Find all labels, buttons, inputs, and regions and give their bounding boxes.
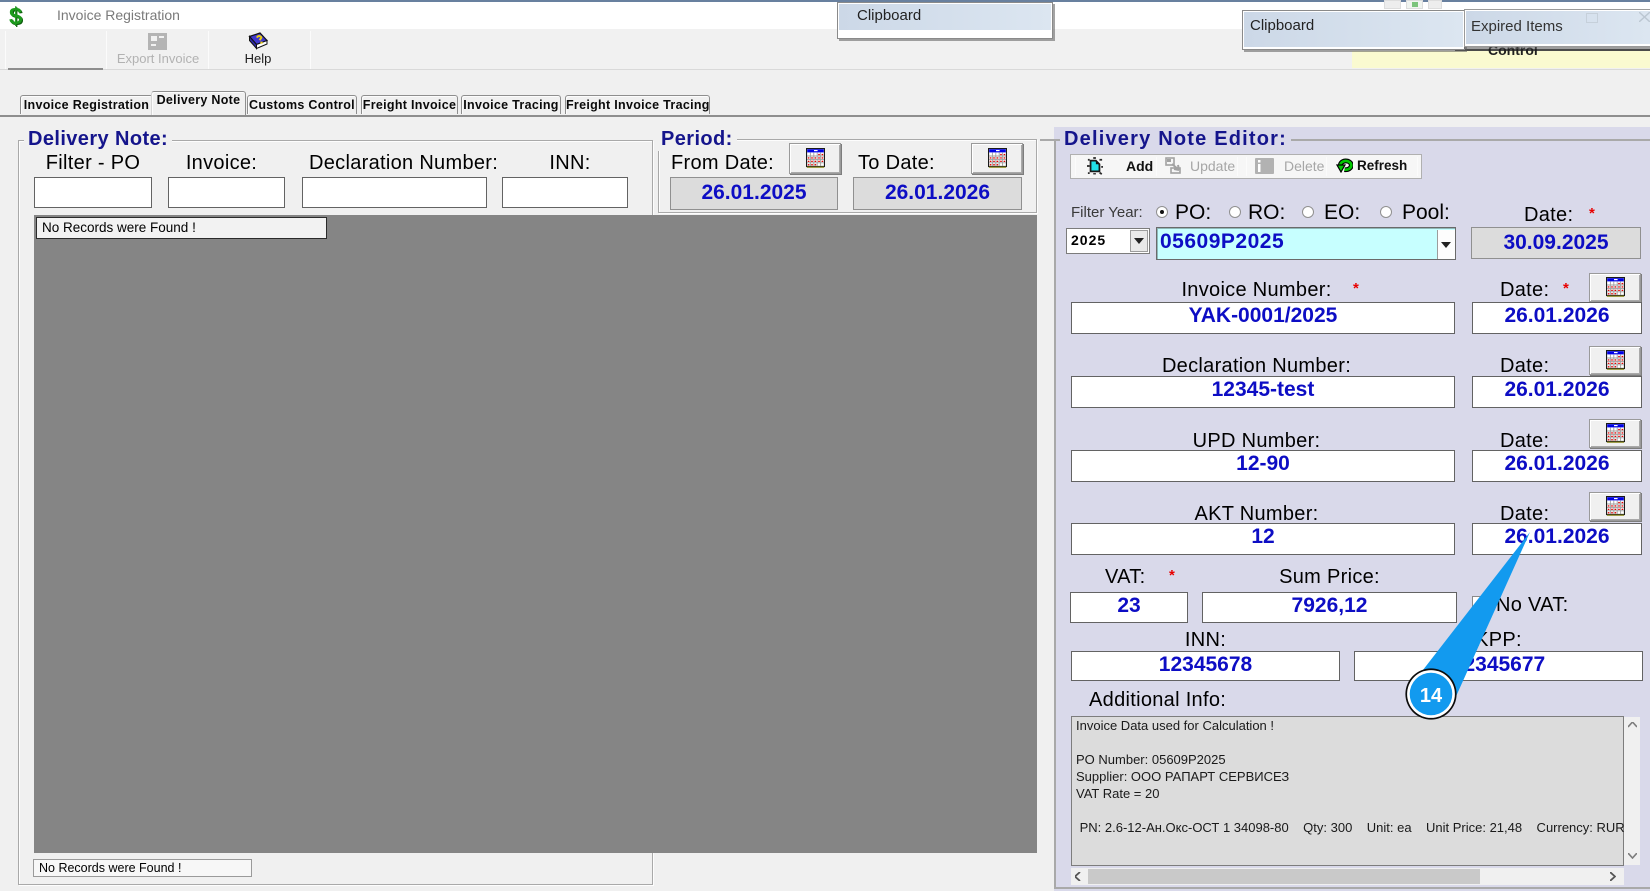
svg-text:14: 14	[1420, 685, 1443, 707]
